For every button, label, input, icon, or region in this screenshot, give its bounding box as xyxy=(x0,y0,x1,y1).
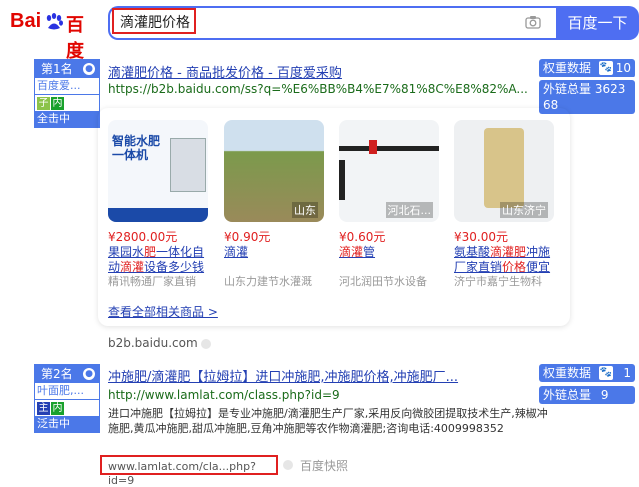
tag-row: 主内 xyxy=(35,400,99,416)
title-highlight[interactable]: 滴灌肥价格 xyxy=(108,66,173,81)
product-card-2[interactable]: 山东 ¥0.90元 滴灌 山东力建节水灌溉 xyxy=(224,120,324,301)
rank-label: 第1名 xyxy=(41,62,73,76)
more-products-link[interactable]: 查看全部相关商品 > xyxy=(108,303,218,320)
product-image[interactable]: 山东济宁 xyxy=(454,120,554,222)
product-shop: 山东力建节水灌溉 xyxy=(224,275,312,288)
hit-status: 全击中 xyxy=(35,111,99,127)
weight-value: 10 xyxy=(615,61,631,75)
footer-url-2[interactable]: www.lamlat.com/cla...php?id=9 xyxy=(100,455,278,487)
product-location: 河北石... xyxy=(385,202,433,218)
rank-badge-2: 第2名 ● 叶面肥,... 主内 泛击中 xyxy=(34,364,100,433)
result-url-2[interactable]: http://www.lamlat.com/class.php?id=9 xyxy=(108,388,340,402)
weight-panel-1: 权重数据 🐾 10 xyxy=(539,59,635,78)
weight-value: 1 xyxy=(623,366,631,380)
product-location: 山东济宁 xyxy=(500,202,548,218)
rank-dot-icon: ● xyxy=(83,368,95,380)
footer-url-1[interactable]: b2b.baidu.com xyxy=(108,336,212,350)
title-rest[interactable]: - 商品批发价格 - 百度爱采购 xyxy=(173,66,342,81)
result-url-1[interactable]: https://b2b.baidu.com/ss?q=%E6%BB%B4%E7%… xyxy=(108,82,528,96)
snapshot-link[interactable]: 百度快照 xyxy=(300,457,348,474)
rank-label: 第2名 xyxy=(41,367,73,381)
paw-icon: 🐾 xyxy=(599,61,613,75)
paw-icon: 🐾 xyxy=(599,366,613,380)
weight-panel-2: 权重数据 🐾 1 xyxy=(539,364,635,382)
weight-label: 权重数据 xyxy=(543,366,592,380)
site-name: 叶面肥,... xyxy=(35,383,99,400)
site-name: 百度爱... xyxy=(35,78,99,95)
product-name[interactable]: 滴灌管 xyxy=(339,245,439,275)
product-price: ¥0.90元 xyxy=(224,230,271,244)
product-image[interactable]: 河北石... xyxy=(339,120,439,222)
search-button[interactable]: 百度一下 xyxy=(556,6,639,40)
product-name[interactable]: 果园水肥一体化自动滴灌设备多少钱 xyxy=(108,245,208,275)
product-shop: 精讯畅通厂家直销 xyxy=(108,275,196,288)
result-title-2[interactable]: 冲施肥/滴灌肥【拉姆拉】进口冲施肥,冲施肥价格,冲施肥厂... xyxy=(108,366,528,385)
links-panel-2: 外链总量 9 xyxy=(539,386,635,404)
product-name[interactable]: 滴灌 xyxy=(224,245,324,275)
tag-zhu: 主 xyxy=(37,402,50,415)
search-query[interactable]: 滴灌肥价格 xyxy=(120,12,190,32)
product-price: ¥0.60元 xyxy=(339,230,386,244)
rank-dot-icon: ● xyxy=(83,63,95,75)
product-name[interactable]: 氨基酸滴灌肥冲施厂家直销价格便宜 xyxy=(454,245,554,275)
product-card-4[interactable]: 山东济宁 ¥30.00元 氨基酸滴灌肥冲施厂家直销价格便宜 济宁市嘉宁生物科 xyxy=(454,120,554,301)
tag-row: 子内 xyxy=(35,95,99,111)
result-title-1[interactable]: 滴灌肥价格 - 商品批发价格 - 百度爱采购 xyxy=(108,62,342,81)
product-price: ¥30.00元 xyxy=(454,230,508,244)
product-card-3[interactable]: 河北石... ¥0.60元 滴灌管 河北润田节水设备 xyxy=(339,120,439,301)
product-price: ¥2800.00元 xyxy=(108,230,178,244)
tag-nei: 内 xyxy=(51,402,64,415)
baidu-logo[interactable]: Bai 百度 xyxy=(10,10,100,62)
logo-bai-text: Bai xyxy=(10,10,42,32)
links-label: 外链总量 xyxy=(543,388,592,402)
weight-label: 权重数据 xyxy=(543,61,592,75)
result-snippet-2: 进口冲施肥【拉姆拉】是专业冲施肥/滴灌肥生产厂家,采用反向微胶团提取技术生产,辣… xyxy=(108,407,548,435)
product-location: 山东 xyxy=(292,202,318,218)
product-shop: 济宁市嘉宁生物科 xyxy=(454,275,542,288)
product-image[interactable]: 山东 xyxy=(224,120,324,222)
hit-status: 泛击中 xyxy=(35,416,99,432)
product-card-1[interactable]: 智能水肥一体机 ¥2800.00元 果园水肥一体化自动滴灌设备多少钱 精讯畅通厂… xyxy=(108,120,208,301)
chevron-down-icon[interactable] xyxy=(201,338,212,349)
logo-du-text: 百度 xyxy=(66,15,84,62)
tag-nei: 内 xyxy=(51,97,64,110)
product-image-caption: 智能水肥一体机 xyxy=(112,134,161,162)
paw-icon xyxy=(46,13,63,30)
links-value: 9 xyxy=(600,388,609,402)
chevron-down-icon[interactable] xyxy=(283,460,293,470)
links-label: 外链总量 xyxy=(543,82,592,96)
rank-badge-1: 第1名 ● 百度爱... 子内 全击中 xyxy=(34,59,100,128)
camera-icon[interactable] xyxy=(524,13,542,31)
product-image[interactable]: 智能水肥一体机 xyxy=(108,120,208,222)
tag-zi: 子 xyxy=(37,97,50,110)
product-shop: 河北润田节水设备 xyxy=(339,275,427,288)
